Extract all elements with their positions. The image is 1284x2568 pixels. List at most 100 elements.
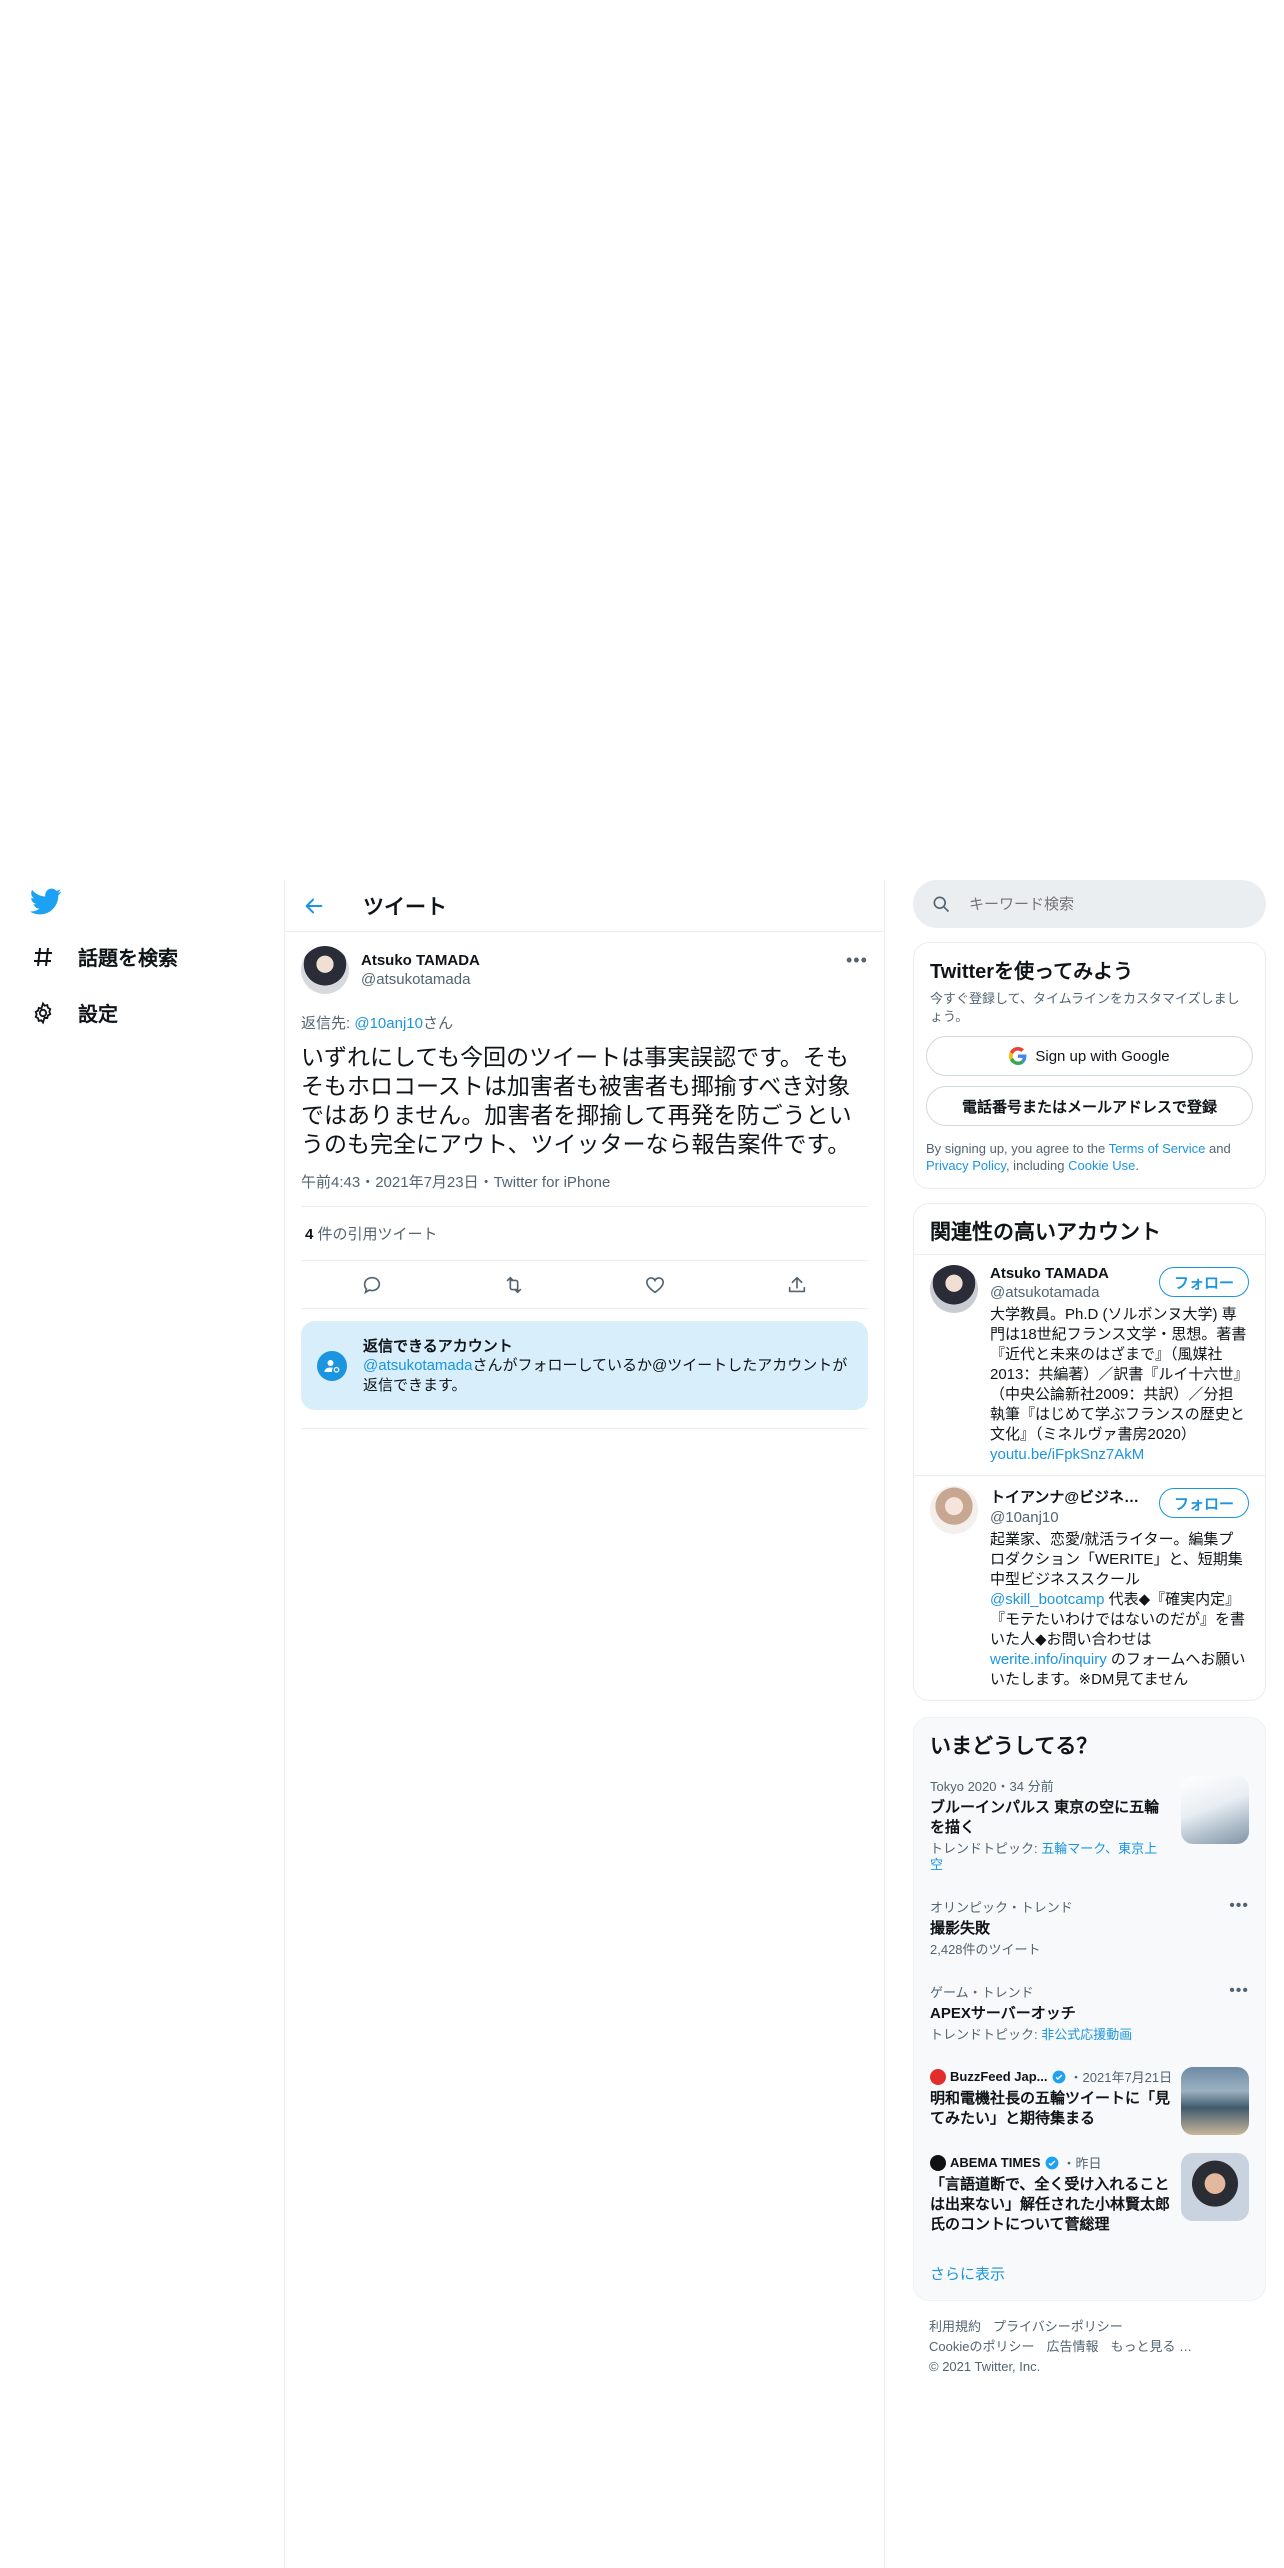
right-sidebar: Twitterを使ってみよう 今すぐ登録して、タイムラインをカスタマイズしましょ… (913, 880, 1266, 2393)
gear-icon (30, 1000, 56, 1026)
account-bio: 大学教員。Ph.D (ソルボンヌ大学) 専門は18世紀フランス文学・思想。著書『… (990, 1305, 1247, 1465)
follow-button[interactable]: フォロー (1159, 1267, 1249, 1297)
news-item[interactable]: ABEMA TIMES ・昨日 「言語道断で、全く受け入れることは出来ない」解任… (914, 2141, 1265, 2247)
footer-row: Cookieのポリシー 広告情報 もっと見る … (929, 2337, 1250, 2357)
news-date: ・昨日 (1062, 2156, 1102, 2171)
related-accounts-title: 関連性の高いアカウント (930, 1221, 1161, 1244)
signup-card: Twitterを使ってみよう 今すぐ登録して、タイムラインをカスタマイズしましょ… (913, 942, 1266, 1189)
nav-explore-label: 話題を検索 (78, 948, 178, 970)
related-account-item[interactable]: トイアンナ@ビジネスマ… @10anj10 起業家、恋愛/就活ライター。編集プロ… (914, 1475, 1265, 1700)
tweet-timestamp[interactable]: 午前4:43・2021年7月23日・Twitter for iPhone (301, 1171, 868, 1207)
footer-more-link[interactable]: もっと見る … (1110, 2339, 1192, 2354)
quote-label: 件の引用ツイート (313, 1226, 438, 1243)
trend-tweet-count: 2,428件のツイート (930, 1942, 1041, 1957)
show-more-link[interactable]: さらに表示 (914, 2247, 1265, 2300)
trends-card: いまどうしてる？ Tokyo 2020・34 分前 ブルーインパルス 東京の空に… (913, 1717, 1266, 2301)
trend-context: ゲーム・トレンド (930, 1985, 1034, 2000)
account-bio-text: 起業家、恋愛/就活ライター。編集プロダクション「WERITE」と、短期集中型ビジ… (990, 1531, 1243, 1588)
footer-terms-link[interactable]: 利用規約 (929, 2319, 981, 2334)
trend-name: 撮影失敗 (930, 1920, 991, 1937)
share-icon[interactable] (785, 1273, 809, 1297)
tweet-actions (301, 1261, 868, 1309)
account-bio-link[interactable]: youtu.be/iFpkSnz7AkM (990, 1446, 1144, 1463)
tweet-author: Atsuko TAMADA @atsukotamada ••• (301, 942, 868, 998)
reply-notice-title: 返信できるアカウント (363, 1338, 513, 1355)
avatar[interactable] (930, 1265, 978, 1313)
mention-user-icon (317, 1350, 347, 1381)
privacy-policy-link[interactable]: Privacy Policy (926, 1158, 1006, 1173)
more-icon[interactable]: ••• (1229, 1982, 1249, 2000)
author-handle[interactable]: @atsukotamada (361, 971, 480, 988)
terms-text: , including (1005, 1158, 1069, 1173)
signup-title: Twitterを使ってみよう (930, 961, 1134, 983)
page-header: ツイート (285, 880, 884, 932)
trend-topic-links[interactable]: 非公式応援動画 (1041, 2027, 1132, 2042)
author-display-name[interactable]: Atsuko TAMADA (361, 952, 480, 969)
reply-notice-handle[interactable]: @atsukotamada (363, 1357, 472, 1374)
abema-logo-icon (930, 2154, 946, 2171)
account-display-name[interactable]: トイアンナ@ビジネスマ… (990, 1486, 1140, 1507)
reply-prefix: 返信先: (301, 1015, 355, 1032)
footer-cookie-link[interactable]: Cookieのポリシー (929, 2339, 1034, 2354)
terms-text: . (1135, 1158, 1139, 1173)
search-input[interactable] (969, 895, 1219, 913)
news-item[interactable]: BuzzFeed Jap... ・2021年7月21日 明和電機社長の五輪ツイー… (914, 2055, 1265, 2141)
follow-button[interactable]: フォロー (1159, 1488, 1249, 1518)
account-display-name[interactable]: Atsuko TAMADA (990, 1265, 1140, 1282)
trend-subtitle: トレンドトピック: 非公式応援動画 (930, 2027, 1249, 2043)
retweet-icon[interactable] (502, 1273, 526, 1297)
tweet-text: いずれにしても今回のツイートは事実誤認です。そもそもホロコーストは加害者も被害者… (301, 1044, 852, 1157)
avatar[interactable] (930, 1486, 978, 1534)
google-signup-button[interactable]: Sign up with Google (926, 1036, 1253, 1076)
reply-icon[interactable] (360, 1273, 384, 1297)
news-headline: 「言語道断で、全く受け入れることは出来ない」解任された小林賢太郎氏のコントについ… (930, 2176, 1171, 2233)
avatar[interactable] (301, 946, 349, 994)
tweet: Atsuko TAMADA @atsukotamada ••• 返信先: @10… (285, 932, 884, 1429)
search-bar[interactable] (913, 880, 1266, 928)
nav-settings[interactable]: 設定 (30, 998, 118, 1027)
trend-context: オリンピック・トレンド (930, 1900, 1073, 1915)
trend-thumbnail (1181, 1776, 1249, 1844)
reply-to-line: 返信先: @10anj10さん (301, 1012, 868, 1033)
more-icon[interactable]: ••• (1229, 1897, 1249, 1915)
quote-tweets-link[interactable]: 4 件の引用ツイート (301, 1207, 868, 1261)
search-icon (931, 894, 951, 914)
verified-badge-icon (1052, 2070, 1066, 2084)
twitter-bird-icon[interactable] (30, 888, 62, 916)
account-bio-link[interactable]: werite.info/inquiry (990, 1651, 1107, 1668)
page-title: ツイート (363, 895, 447, 919)
footer-privacy-link[interactable]: プライバシーポリシー (993, 2319, 1123, 2334)
trend-item[interactable]: Tokyo 2020・34 分前 ブルーインパルス 東京の空に五輪を描く トレン… (914, 1764, 1265, 1885)
cookie-use-link[interactable]: Cookie Use (1068, 1158, 1135, 1173)
phone-email-signup-button[interactable]: 電話番号またはメールアドレスで登録 (926, 1086, 1253, 1126)
trend-subtitle: トレンドトピック: 五輪マーク、東京上空 (930, 1841, 1170, 1873)
related-account-item[interactable]: Atsuko TAMADA @atsukotamada 大学教員。Ph.D (ソ… (914, 1254, 1265, 1475)
author-names: Atsuko TAMADA @atsukotamada (361, 952, 480, 988)
reply-notice-body: 返信できるアカウント @atsukotamadaさんがフォローしているか@ツイー… (363, 1335, 852, 1396)
terms-text: and (1205, 1141, 1231, 1156)
news-headline: 明和電機社長の五輪ツイートに「見てみたい」と期待集まる (930, 2090, 1171, 2127)
trend-item[interactable]: オリンピック・トレンド 撮影失敗 2,428件のツイート ••• (914, 1885, 1265, 1970)
nav-explore[interactable]: 話題を検索 (30, 942, 178, 971)
account-bio-link[interactable]: @skill_bootcamp (990, 1591, 1104, 1608)
hashtag-icon (30, 944, 56, 970)
account-bio: 起業家、恋愛/就活ライター。編集プロダクション「WERITE」と、短期集中型ビジ… (990, 1530, 1247, 1690)
trend-sub-prefix: トレンドトピック: (930, 2027, 1042, 2042)
news-thumbnail (1181, 2153, 1249, 2221)
news-source-name: ABEMA TIMES (950, 2155, 1041, 2170)
nav-settings-label: 設定 (78, 1004, 118, 1026)
trend-item[interactable]: ゲーム・トレンド APEXサーバーオッチ トレンドトピック: 非公式応援動画 •… (914, 1970, 1265, 2055)
reply-to-link[interactable]: @10anj10 (354, 1015, 423, 1032)
terms-of-service-link[interactable]: Terms of Service (1109, 1141, 1206, 1156)
back-arrow-icon[interactable] (303, 894, 327, 918)
like-icon[interactable] (643, 1273, 667, 1297)
footer-ads-link[interactable]: 広告情報 (1046, 2339, 1098, 2354)
footer-copyright: © 2021 Twitter, Inc. (929, 2359, 1041, 2374)
more-icon[interactable]: ••• (846, 950, 867, 971)
buzzfeed-logo-icon (930, 2068, 946, 2085)
terms-text: By signing up, you agree to the (926, 1141, 1109, 1156)
trend-name: ブルーインパルス 東京の空に五輪を描く (930, 1799, 1160, 1836)
signup-subtitle: 今すぐ登録して、タイムラインをカスタマイズしましょう。 (930, 991, 1240, 1024)
trend-name: APEXサーバーオッチ (930, 2005, 1076, 2022)
account-bio-text: 大学教員。Ph.D (ソルボンヌ大学) 専門は18世紀フランス文学・思想。著書『… (990, 1306, 1247, 1443)
